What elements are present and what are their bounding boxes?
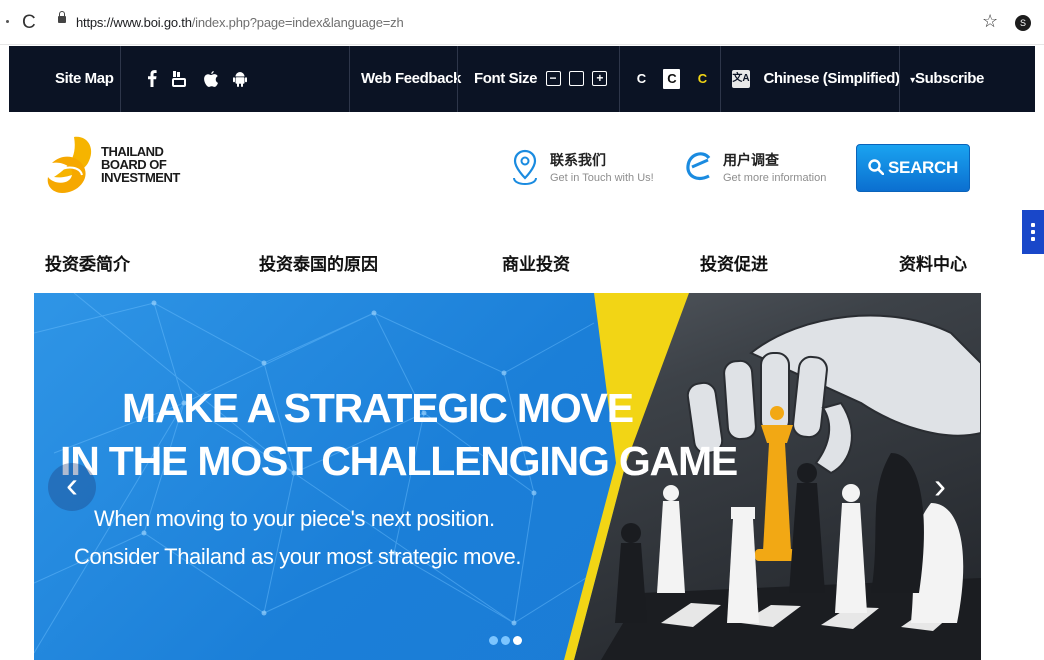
refresh-icon[interactable]: C (22, 12, 36, 34)
browser-address-bar: C https://www.boi.go.th/index.php?page=i… (0, 0, 1044, 45)
nav-item-why-thailand[interactable]: 投资泰国的原因 (259, 250, 378, 275)
divider (619, 46, 620, 112)
boi-logo[interactable]: THAILAND BOARD OF INVESTMENT (44, 133, 180, 197)
hero-carousel[interactable]: MAKE A STRATEGIC MOVE IN THE MOST CHALLE… (34, 293, 981, 660)
divider (899, 46, 900, 112)
banner-headline-line-2: IN THE MOST CHALLENGING GAME (60, 438, 738, 484)
banner-subtitle-line-2: Consider Thailand as your most strategic… (74, 544, 522, 569)
font-decrease-button[interactable]: − (545, 71, 561, 87)
lock-icon (58, 11, 66, 23)
android-icon[interactable] (233, 46, 249, 112)
banner-subtitle-line-1: When moving to your piece's next positio… (94, 506, 495, 531)
facebook-icon[interactable] (147, 46, 163, 112)
search-icon (868, 159, 885, 176)
carousel-dot[interactable] (489, 636, 498, 645)
boi-logo-mark-icon (47, 136, 92, 193)
search-button[interactable]: SEARCH (856, 144, 970, 192)
divider (349, 46, 350, 112)
utility-bar: Site Map Web Feedback Font Size − + C C … (9, 46, 1035, 112)
apple-icon[interactable] (204, 46, 220, 112)
nav-item-investment-promotion[interactable]: 投资促进 (700, 250, 768, 275)
web-feedback-link[interactable]: Web Feedback (361, 46, 461, 112)
chevron-left-icon: ‹ (66, 464, 78, 505)
nav-item-resource-center[interactable]: 资料中心 (899, 250, 967, 275)
language-label: Chinese (Simplified) (763, 70, 900, 87)
subscribe-link[interactable]: Subscribe (915, 46, 984, 112)
youtube-icon[interactable] (172, 46, 188, 112)
search-label: SEARCH (888, 158, 958, 177)
font-size-control: Font Size − + (474, 46, 608, 112)
font-reset-button[interactable] (568, 71, 584, 87)
survey-e-icon (686, 152, 711, 180)
carousel-prev-button[interactable]: ‹ (48, 463, 96, 511)
site-map-link[interactable]: Site Map (55, 46, 114, 112)
contact-us-subtitle: Get in Touch with Us! (550, 172, 654, 184)
menu-dots-icon (1031, 223, 1035, 227)
logo-text: THAILAND BOARD OF INVESTMENT (101, 144, 180, 185)
translate-icon: 文A (732, 69, 750, 88)
carousel-dot[interactable] (513, 636, 522, 645)
contrast-options: C C C (633, 46, 720, 112)
chevron-right-icon: › (934, 465, 946, 506)
contrast-default-button[interactable]: C (633, 69, 650, 89)
font-increase-button[interactable]: + (592, 71, 608, 87)
carousel-next-button[interactable]: › (934, 468, 946, 504)
bookmark-star-icon[interactable]: ☆ (982, 11, 998, 32)
user-survey-title: 用户调查 (723, 152, 779, 168)
url-field[interactable]: https://www.boi.go.th/index.php?page=ind… (76, 15, 404, 30)
side-menu-tab[interactable] (1022, 210, 1044, 254)
divider (457, 46, 458, 112)
font-size-label: Font Size (474, 70, 538, 87)
divider (720, 46, 721, 112)
banner-headline-line-1: MAKE A STRATEGIC MOVE (122, 385, 634, 431)
contrast-yellow-button[interactable]: C (694, 69, 711, 89)
contact-us-title: 联系我们 (550, 152, 606, 168)
location-pin-icon (513, 149, 537, 185)
back-dot-icon (6, 20, 9, 23)
profile-avatar[interactable]: S (1015, 15, 1031, 31)
divider (120, 46, 121, 112)
user-survey-subtitle: Get more information (723, 172, 827, 184)
nav-item-business-investment[interactable]: 商业投资 (502, 250, 570, 275)
carousel-dot[interactable] (501, 636, 510, 645)
user-survey-link[interactable]: 用户调查 Get more information (683, 146, 833, 190)
contrast-white-button[interactable]: C (663, 68, 681, 89)
language-selector[interactable]: 文A Chinese (Simplified) ▾ (732, 46, 915, 112)
nav-item-about-boi[interactable]: 投资委简介 (45, 250, 130, 275)
contact-us-link[interactable]: 联系我们 Get in Touch with Us! (510, 146, 660, 190)
